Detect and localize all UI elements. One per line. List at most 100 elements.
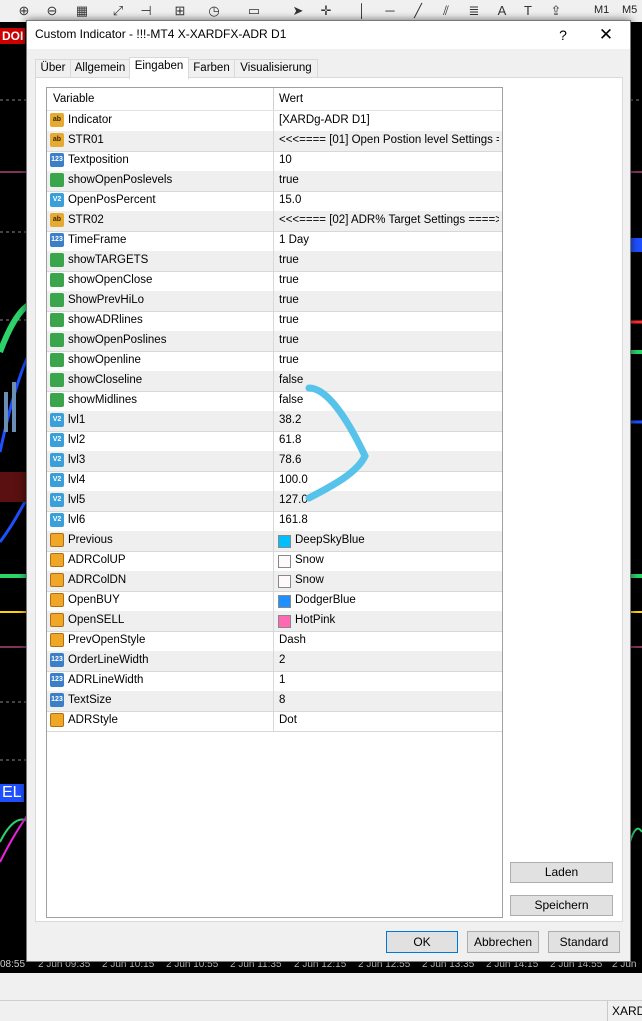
grid-row-adrcoldn[interactable]: ADRColDN Snow: [47, 571, 502, 592]
zoom-in-icon[interactable]: ⊕: [16, 3, 32, 19]
variable-value[interactable]: 127.0: [279, 494, 499, 506]
variable-value[interactable]: 10: [279, 154, 499, 166]
periods-clock-icon[interactable]: ◷: [206, 3, 222, 19]
text-icon[interactable]: A: [494, 3, 510, 19]
grid-row-lvl4[interactable]: V2 lvl4 100.0: [47, 471, 502, 492]
grid-row-lvl1[interactable]: V2 lvl1 38.2: [47, 411, 502, 432]
grid-row-textsize[interactable]: 123 TextSize 8: [47, 691, 502, 712]
help-button[interactable]: ?: [551, 25, 575, 45]
variable-value[interactable]: true: [279, 294, 499, 306]
fibonacci-icon[interactable]: ≣: [466, 3, 482, 19]
grid-row-showadrlines[interactable]: showADRlines true: [47, 311, 502, 332]
vertical-line-icon[interactable]: │: [354, 3, 370, 19]
templates-icon[interactable]: ▭: [246, 3, 262, 19]
grid-row-showmidlines[interactable]: showMidlines false: [47, 391, 502, 412]
grid-row-showopenline[interactable]: showOpenline true: [47, 351, 502, 372]
ok-button[interactable]: OK: [386, 931, 458, 953]
close-button[interactable]: ✕: [593, 24, 619, 46]
trendline-icon[interactable]: ╱: [410, 3, 426, 19]
variable-value[interactable]: 1: [279, 674, 499, 686]
arrows-icon[interactable]: ⇪: [548, 3, 564, 19]
variable-value[interactable]: 2: [279, 654, 499, 666]
grid-row-lvl3[interactable]: V2 lvl3 78.6: [47, 451, 502, 472]
save-button[interactable]: Speichern: [510, 895, 613, 916]
grid-row-showopenposlines[interactable]: showOpenPoslines true: [47, 331, 502, 352]
tab-farben[interactable]: Farben: [188, 59, 235, 78]
variable-value[interactable]: DodgerBlue: [295, 594, 502, 606]
variable-value[interactable]: HotPink: [295, 614, 502, 626]
grid-row-showtargets[interactable]: showTARGETS true: [47, 251, 502, 272]
variable-value[interactable]: Dash: [279, 634, 499, 646]
variable-value[interactable]: [XARDg-ADR D1]: [279, 114, 499, 126]
grid-row-showcloseline[interactable]: showCloseline false: [47, 371, 502, 392]
grid-row-showopenclose[interactable]: showOpenClose true: [47, 271, 502, 292]
timeframe-m1[interactable]: M1: [594, 4, 609, 16]
grid-row-indicator[interactable]: ab Indicator [XARDg-ADR D1]: [47, 111, 502, 132]
variable-value[interactable]: false: [279, 374, 499, 386]
grid-row-lvl6[interactable]: V2 lvl6 161.8: [47, 511, 502, 532]
grid-row-orderlinewidth[interactable]: 123 OrderLineWidth 2: [47, 651, 502, 672]
variable-value[interactable]: <<<==== [02] ADR% Target Settings ====>>…: [279, 214, 499, 226]
grid-row-showprevhilo[interactable]: ShowPrevHiLo true: [47, 291, 502, 312]
double-type-icon: V2: [50, 413, 64, 427]
grid-row-str02[interactable]: ab STR02 <<<==== [02] ADR% Target Settings…: [47, 211, 502, 232]
tile-windows-icon[interactable]: ▦: [74, 3, 90, 19]
grid-row-lvl5[interactable]: V2 lvl5 127.0: [47, 491, 502, 512]
cursor-icon[interactable]: ➤: [290, 3, 306, 19]
variable-value[interactable]: 61.8: [279, 434, 499, 446]
grid-row-adrcolup[interactable]: ADRColUP Snow: [47, 551, 502, 572]
variable-value[interactable]: 8: [279, 694, 499, 706]
tab-uber[interactable]: Über: [35, 59, 71, 78]
cancel-button[interactable]: Abbrechen: [467, 931, 539, 953]
chart-shift-icon[interactable]: ⊣: [138, 3, 154, 19]
variable-value[interactable]: true: [279, 314, 499, 326]
column-divider: [273, 631, 274, 651]
crosshair-icon[interactable]: ✛: [318, 3, 334, 19]
variable-value[interactable]: 100.0: [279, 474, 499, 486]
dialog-titlebar[interactable]: Custom Indicator - !!!-MT4 X-XARDFX-ADR …: [27, 21, 630, 49]
variable-value[interactable]: 1 Day: [279, 234, 499, 246]
grid-row-adrstyle[interactable]: ADRStyle Dot: [47, 711, 502, 732]
variable-value[interactable]: true: [279, 354, 499, 366]
tab-visualisierung[interactable]: Visualisierung: [234, 59, 318, 78]
grid-row-prevopenstyle[interactable]: PrevOpenStyle Dash: [47, 631, 502, 652]
variable-value[interactable]: true: [279, 174, 499, 186]
string-type-icon: ab: [50, 113, 64, 127]
variable-value[interactable]: false: [279, 394, 499, 406]
text-label-icon[interactable]: T: [520, 3, 536, 19]
variable-value[interactable]: true: [279, 254, 499, 266]
load-button[interactable]: Laden: [510, 862, 613, 883]
column-header-variable[interactable]: Variable: [53, 93, 94, 105]
grid-row-adrlinewidth[interactable]: 123 ADRLineWidth 1: [47, 671, 502, 692]
grid-row-openbuy[interactable]: OpenBUY DodgerBlue: [47, 591, 502, 612]
variable-value[interactable]: <<<==== [01] Open Postion level Settings…: [279, 134, 499, 146]
variable-value[interactable]: true: [279, 274, 499, 286]
zoom-out-icon[interactable]: ⊖: [44, 3, 60, 19]
autoscroll-icon[interactable]: ⤢: [110, 3, 126, 19]
variable-value[interactable]: DeepSkyBlue: [295, 534, 502, 546]
variable-value[interactable]: Dot: [279, 714, 499, 726]
channel-icon[interactable]: ⫽: [438, 3, 454, 19]
grid-row-str01[interactable]: ab STR01 <<<==== [01] Open Postion level S…: [47, 131, 502, 152]
timeframe-m5[interactable]: M5: [622, 4, 637, 16]
grid-row-previous[interactable]: Previous DeepSkyBlue: [47, 531, 502, 552]
column-header-value[interactable]: Wert: [279, 93, 303, 105]
variable-value[interactable]: true: [279, 334, 499, 346]
variable-value[interactable]: 38.2: [279, 414, 499, 426]
variable-value[interactable]: Snow: [295, 554, 502, 566]
grid-row-showopenposlevels[interactable]: showOpenPoslevels true: [47, 171, 502, 192]
tab-eingaben[interactable]: Eingaben: [129, 57, 189, 79]
tab-allgemein[interactable]: Allgemein: [70, 59, 130, 78]
indicators-icon[interactable]: ⊞: [172, 3, 188, 19]
grid-row-opensell[interactable]: OpenSELL HotPink: [47, 611, 502, 632]
grid-row-timeframe[interactable]: 123 TimeFrame 1 Day: [47, 231, 502, 252]
grid-row-openpospercent[interactable]: V2 OpenPosPercent 15.0: [47, 191, 502, 212]
default-button[interactable]: Standard: [548, 931, 620, 953]
grid-row-textposition[interactable]: 123 Textposition 10: [47, 151, 502, 172]
variable-value[interactable]: 15.0: [279, 194, 499, 206]
grid-row-lvl2[interactable]: V2 lvl2 61.8: [47, 431, 502, 452]
horizontal-line-icon[interactable]: ─: [382, 3, 398, 19]
variable-value[interactable]: Snow: [295, 574, 502, 586]
variable-value[interactable]: 78.6: [279, 454, 499, 466]
variable-value[interactable]: 161.8: [279, 514, 499, 526]
